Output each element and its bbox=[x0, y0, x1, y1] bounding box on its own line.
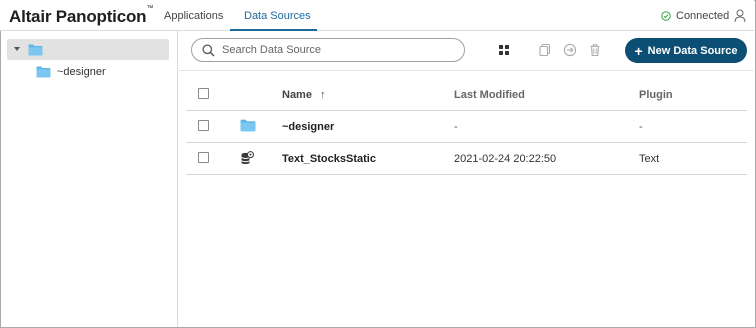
trash-icon[interactable] bbox=[588, 43, 602, 57]
table-row[interactable]: Text_StocksStatic 2021-02-24 20:22:50 Te… bbox=[186, 143, 747, 175]
column-header-name[interactable]: Name ↑ bbox=[282, 89, 325, 101]
tree-item-designer[interactable]: ~designer bbox=[36, 66, 106, 78]
status-text: Connected bbox=[676, 10, 730, 22]
folder-icon bbox=[240, 119, 256, 132]
row-plugin: - bbox=[639, 121, 643, 133]
tab-data-sources[interactable]: Data Sources bbox=[244, 10, 311, 22]
active-tab-indicator bbox=[230, 29, 317, 31]
user-icon[interactable] bbox=[734, 9, 746, 23]
new-data-source-label: New Data Source bbox=[647, 44, 738, 57]
datasource-icon bbox=[241, 151, 254, 165]
folder-icon bbox=[36, 66, 51, 78]
sort-ascending-icon[interactable]: ↑ bbox=[320, 89, 326, 101]
plus-icon: + bbox=[634, 42, 643, 59]
column-header-name-label: Name bbox=[282, 89, 312, 101]
table-row[interactable]: ~designer - - bbox=[186, 111, 747, 143]
check-circle-icon bbox=[661, 11, 671, 21]
top-bar: Altair Panopticon™ Applications Data Sou… bbox=[0, 0, 754, 31]
row-last-modified: 2021-02-24 20:22:50 bbox=[454, 153, 557, 165]
column-header-last-modified[interactable]: Last Modified bbox=[454, 89, 525, 101]
row-checkbox[interactable] bbox=[198, 120, 209, 131]
row-plugin: Text bbox=[639, 153, 660, 165]
row-checkbox[interactable] bbox=[198, 152, 209, 163]
grid-view-icon[interactable] bbox=[497, 43, 511, 57]
select-all-checkbox[interactable] bbox=[198, 88, 209, 99]
search-input[interactable] bbox=[222, 42, 452, 58]
move-icon[interactable] bbox=[563, 43, 577, 57]
row-last-modified: - bbox=[454, 121, 458, 133]
column-header-plugin[interactable]: Plugin bbox=[639, 89, 673, 101]
row-name[interactable]: ~designer bbox=[282, 121, 334, 133]
chevron-down-icon[interactable] bbox=[14, 47, 20, 51]
app-logo: Altair Panopticon™ bbox=[9, 5, 154, 27]
tree-item-label: ~designer bbox=[57, 66, 106, 78]
folder-tree-panel: ~designer bbox=[0, 31, 178, 327]
search-box[interactable] bbox=[191, 38, 465, 62]
search-icon bbox=[202, 44, 215, 57]
duplicate-icon[interactable] bbox=[538, 43, 552, 57]
logo-text: Altair Panopticon bbox=[9, 7, 147, 26]
logo-trademark: ™ bbox=[146, 5, 154, 12]
tab-applications[interactable]: Applications bbox=[164, 10, 223, 22]
tree-root-item[interactable] bbox=[7, 39, 169, 60]
folder-icon bbox=[28, 44, 43, 56]
connection-status: Connected bbox=[661, 10, 729, 22]
data-source-table: Name ↑ Last Modified Plugin ~designer - -… bbox=[186, 79, 747, 175]
row-name[interactable]: Text_StocksStatic bbox=[282, 153, 376, 165]
toolbar-divider bbox=[179, 70, 754, 71]
new-data-source-button[interactable]: + New Data Source bbox=[625, 38, 747, 63]
table-header-row: Name ↑ Last Modified Plugin bbox=[186, 79, 747, 111]
